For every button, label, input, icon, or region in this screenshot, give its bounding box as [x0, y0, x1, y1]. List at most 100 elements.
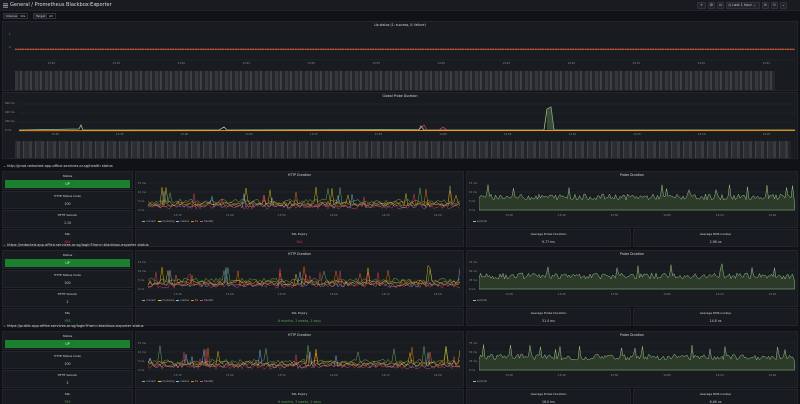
settings-icon[interactable]: ⚙ [708, 2, 715, 9]
legend-swatch [157, 300, 161, 301]
series-legend-list[interactable] [15, 71, 775, 90]
legend-item: resolve [180, 299, 190, 302]
zoom-out-icon[interactable]: ⊖ [762, 2, 769, 9]
row-title-text: https://redacted.app.office.services.or.… [7, 243, 149, 247]
avg-dns-lookup-label: Average DNS Lookup [699, 392, 732, 396]
http-duration-chart[interactable] [148, 342, 460, 372]
time-picker-button[interactable]: ◷ Last 1 hour ⌄ [726, 2, 760, 9]
x-tick: 14:10 [382, 214, 390, 217]
status-label: Status [62, 334, 73, 338]
probe-duration-panel: Probe Duration 75 ms 50 ms 25 ms 0 ms 13… [466, 250, 798, 307]
http-duration-chart[interactable] [148, 261, 460, 291]
chart-legend[interactable]: connect processing resolve tls transfer [140, 380, 213, 383]
x-tick: 13:40 [226, 214, 234, 217]
http-duration-chart[interactable] [148, 182, 460, 212]
status-label: Status [62, 174, 73, 178]
avg-dns-lookup-value: 14.8 ns [709, 319, 722, 323]
http-version-label: HTTP Version [57, 292, 78, 296]
x-tick: 14:25 [762, 62, 770, 65]
status-badge: UP [5, 259, 130, 267]
x-tick: 13:30 [47, 62, 55, 65]
http-status-code-label: HTTP Status Code [54, 354, 81, 358]
section-row-title[interactable]: ⌄ https://public.app.office.services.or.… [3, 324, 144, 328]
x-tick: 14:10 [716, 374, 724, 377]
y-tick: 0 ms [138, 369, 145, 372]
http-version-value: 2 [66, 300, 69, 304]
global-probe-duration-panel: Global Probe Duration 600 ms 400 ms 200 … [2, 92, 798, 159]
ssl-expiry-value: N/A [296, 240, 303, 244]
ssl-label: SSL [64, 232, 71, 236]
var-target-select[interactable]: All [46, 13, 56, 19]
refresh-interval-dropdown[interactable]: ⌄ [780, 2, 787, 9]
star-icon[interactable]: ☆ [86, 2, 92, 8]
series-line-connect [148, 267, 460, 284]
x-axis: 13:30 13:40 13:50 14:00 14:10 14:20 [148, 374, 460, 378]
x-tick: 14:00 [663, 293, 671, 296]
panel-title: Global Probe Duration [382, 94, 418, 98]
series-line-processing [148, 187, 460, 207]
chart-legend[interactable]: connect processing resolve tls transfer [140, 299, 213, 302]
x-tick: 13:40 [558, 214, 566, 217]
status-panel: Status UP [2, 331, 133, 350]
http-status-code-value: 200 [64, 281, 71, 285]
ssl-label: SSL [64, 311, 71, 315]
http-status-code-label: HTTP Status Code [54, 273, 81, 277]
avg-probe-duration-label: Average Probe Duration [530, 392, 567, 396]
chart-legend[interactable]: seconds [471, 299, 487, 302]
x-axis: 13:30 13:40 13:50 14:00 14:10 14:20 [148, 293, 460, 297]
legend-item: tls [195, 380, 198, 383]
legend-item: transfer [203, 220, 214, 223]
up-status-chart[interactable] [15, 30, 795, 62]
menu-icon[interactable] [3, 3, 8, 8]
x-tick: 14:20 [434, 214, 442, 217]
up-status-panel: Up status (1: success, 0: failure) 1 0 1… [2, 21, 798, 91]
x-tick: 14:05 [504, 133, 512, 136]
x-tick: 13:50 [610, 293, 619, 296]
x-tick: 14:20 [698, 133, 706, 136]
chart-legend[interactable]: seconds [471, 380, 487, 383]
http-status-code-panel: HTTP Status Code 200 [2, 270, 133, 288]
y-tick: 15 ms [138, 342, 147, 345]
refresh-icon[interactable]: ↻ [771, 2, 778, 9]
x-tick: 13:30 [505, 293, 513, 296]
http-duration-panel: HTTP Duration 15 ms 10 ms 5 ms 0 ms 13:3… [135, 331, 464, 388]
x-tick: 13:50 [610, 374, 619, 377]
legend-swatch [199, 221, 203, 222]
tv-icon[interactable]: ▭ [717, 2, 724, 9]
ssl-expiry-value: 6 months, 3 weeks, 2 days [278, 319, 321, 323]
avg-dns-lookup-value: 2.98 ns [709, 240, 722, 244]
series-legend-list[interactable] [15, 141, 791, 158]
x-tick: 14:00 [330, 214, 338, 217]
legend-item: connect [146, 380, 156, 383]
x-tick: 13:30 [174, 293, 182, 296]
x-tick: 14:00 [439, 133, 447, 136]
ssl-label: SSL [64, 392, 71, 396]
ssl-expiry-panel: SSL Expiry 6 months, 3 weeks, 2 days [135, 308, 464, 326]
http-version-value: 2 [66, 381, 69, 385]
legend-swatch [176, 221, 180, 222]
add-panel-icon[interactable]: + [697, 2, 706, 9]
http-version-panel: HTTP Version 2 [2, 370, 133, 388]
probe-duration-chart[interactable] [479, 261, 795, 291]
legend-item: seconds [477, 220, 487, 223]
x-tick: 14:20 [768, 293, 777, 296]
probe-duration-chart[interactable] [479, 342, 795, 372]
section-row-title[interactable]: ⌄ https://redacted.app.office.services.o… [3, 243, 149, 247]
x-tick: 13:30 [174, 214, 182, 217]
x-tick: 14:00 [663, 374, 671, 377]
share-icon[interactable]: ⋖ [93, 2, 99, 8]
y-tick: 0 ms [469, 209, 476, 212]
legend-swatch [199, 300, 203, 301]
top-navbar: General / Prometheus Blackbox Exporter ☆… [0, 0, 800, 11]
section-row-title[interactable]: ⌄ http://prod.redacted.app.office.servic… [3, 164, 113, 168]
legend-swatch [199, 381, 203, 382]
legend-swatch [473, 381, 476, 382]
probe-duration-chart[interactable] [479, 182, 795, 212]
y-tick: 75 ms [469, 342, 478, 345]
panel-title: HTTP Duration [287, 252, 311, 256]
var-interval-select[interactable]: 10s [17, 13, 29, 19]
global-probe-duration-chart[interactable] [19, 103, 795, 133]
chart-legend[interactable]: seconds [471, 220, 487, 223]
x-tick: 14:15 [632, 62, 640, 65]
chart-legend[interactable]: connect processing resolve tls transfer [140, 220, 213, 223]
